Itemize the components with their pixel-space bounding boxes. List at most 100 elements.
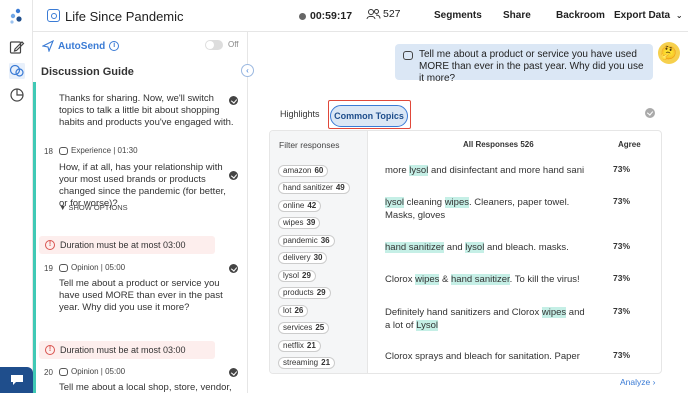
filter-chip[interactable]: amazon 60 xyxy=(278,165,329,177)
filter-chip[interactable]: netflix 21 xyxy=(278,340,321,352)
message-icon xyxy=(10,375,23,385)
filter-chip[interactable]: hand sanitizer 49 xyxy=(278,182,350,194)
chat-support-button[interactable] xyxy=(0,367,33,393)
response-fragment: & xyxy=(439,274,452,285)
filter-chip[interactable]: online 42 xyxy=(278,200,322,212)
response-fragment: Definitely hand sanitizers and Clorox xyxy=(385,307,542,318)
duration-warning-text: Duration must be at most 03:00 xyxy=(60,345,186,355)
filter-label: lysol xyxy=(283,271,300,280)
topic-highlight: wipes xyxy=(444,197,469,208)
autosend[interactable]: AutoSend i xyxy=(42,40,120,52)
question-number: 18 xyxy=(44,147,53,156)
show-options-label: SHOW OPTIONS xyxy=(68,203,128,212)
info-icon[interactable]: i xyxy=(109,41,120,51)
completed-check-icon xyxy=(229,171,238,180)
filter-chip[interactable]: products 29 xyxy=(278,287,331,299)
topic-highlight: hand sanitizer xyxy=(385,242,445,253)
current-question-text: Tell me about a product or service you h… xyxy=(419,49,644,84)
topic-highlight: lysol xyxy=(385,197,405,208)
topic-highlight: Lysol xyxy=(416,320,438,331)
completed-check-icon xyxy=(229,368,238,377)
filter-sidebar: Filter responses amazon 60 hand sanitizer… xyxy=(270,131,368,373)
agree-percent: 73% xyxy=(613,164,631,174)
filter-label: online xyxy=(283,201,305,210)
filter-label: streaming xyxy=(283,358,319,367)
filter-heading: Filter responses xyxy=(279,140,340,150)
agree-percent: 73% xyxy=(613,350,631,360)
top-bar: Life Since Pandemic 00:59:17 527 Segment… xyxy=(33,0,688,32)
filter-chip[interactable]: services 25 xyxy=(278,322,330,334)
question-meta: Opinion | 05:00 xyxy=(59,367,125,376)
autosend-toggle[interactable] xyxy=(205,40,223,50)
response-fragment: . To kill the virus! xyxy=(509,274,580,285)
filter-count: 29 xyxy=(302,271,311,280)
question-type-icon xyxy=(59,367,68,376)
duration-warning: ! Duration must be at most 03:00 xyxy=(39,341,215,359)
guide-item-text: Tell me about a product or service you h… xyxy=(59,278,223,313)
response-text[interactable]: more lysol and disinfectant and more han… xyxy=(385,164,585,177)
chevron-down-icon: ⌄ xyxy=(675,11,683,20)
export-data-button[interactable]: Export Data ⌄ xyxy=(614,10,683,21)
participants-icon xyxy=(366,9,381,20)
app-logo-icon[interactable] xyxy=(8,7,26,25)
pie-chart-icon[interactable] xyxy=(9,87,25,103)
focus-highlight xyxy=(328,100,411,129)
filter-count: 29 xyxy=(316,288,326,297)
filter-count: 60 xyxy=(314,166,324,175)
participant-count: 527 xyxy=(366,8,401,20)
progress-indicator-bar xyxy=(33,82,36,393)
segments-button[interactable]: Segments xyxy=(434,10,482,21)
agree-percent: 73% xyxy=(613,306,631,316)
tab-highlights[interactable]: Highlights xyxy=(280,109,320,119)
current-question: Tell me about a product or service you h… xyxy=(395,44,653,84)
filter-chip[interactable]: streaming 21 xyxy=(278,357,336,369)
filter-chip[interactable]: delivery 30 xyxy=(278,252,328,264)
filter-count: 42 xyxy=(307,201,317,210)
response-fragment: cleaning xyxy=(404,197,445,208)
filter-label: lot xyxy=(283,306,292,315)
filter-chip[interactable]: lot 26 xyxy=(278,305,309,317)
share-button[interactable]: Share xyxy=(503,10,531,21)
analyze-link[interactable]: Analyze › xyxy=(620,377,655,387)
question-number: 20 xyxy=(44,368,53,377)
response-text[interactable]: Clorox sprays and bleach for sanitation.… xyxy=(385,350,585,363)
question-meta: Experience | 01:30 xyxy=(59,146,138,155)
warning-icon: ! xyxy=(45,240,55,250)
autosend-label: AutoSend xyxy=(58,40,106,52)
question-icon xyxy=(403,51,413,60)
filter-chip[interactable]: lysol 29 xyxy=(278,270,316,282)
filter-count: 21 xyxy=(321,358,331,367)
topic-highlight: hand sanitizer xyxy=(451,274,510,285)
completed-check-icon xyxy=(229,96,238,105)
autosend-icon xyxy=(42,40,54,52)
filter-label: wipes xyxy=(283,218,304,227)
filter-label: services xyxy=(283,323,313,332)
filter-count: 49 xyxy=(335,183,345,192)
question-meta-text: Experience | 01:30 xyxy=(71,146,138,155)
warning-icon: ! xyxy=(45,345,55,355)
participant-count-value: 527 xyxy=(383,8,401,20)
completed-check-icon xyxy=(229,264,238,273)
duration-warning-text: Duration must be at most 03:00 xyxy=(60,240,186,250)
filter-label: products xyxy=(283,288,314,297)
collapse-panel-button[interactable]: ‹ xyxy=(241,64,254,77)
response-text[interactable]: Definitely hand sanitizers and Clorox wi… xyxy=(385,306,585,332)
chat-icon[interactable] xyxy=(9,63,25,79)
moderator-avatar: 🤔 xyxy=(658,42,680,64)
filter-count: 25 xyxy=(315,323,325,332)
filter-chip[interactable]: wipes 39 xyxy=(278,217,321,229)
filter-chip[interactable]: pandemic 36 xyxy=(278,235,335,247)
timer-value: 00:59:17 xyxy=(310,10,353,22)
duration-warning: ! Duration must be at most 03:00 xyxy=(39,236,215,254)
responses-card: Filter responses amazon 60 hand sanitizer… xyxy=(269,130,662,374)
export-data-label: Export Data xyxy=(614,10,671,21)
response-fragment: Clorox xyxy=(385,274,416,285)
response-text[interactable]: lysol cleaning wipes. Cleaners, paper to… xyxy=(385,196,585,222)
question-meta-text: Opinion | 05:00 xyxy=(71,367,126,376)
filter-label: delivery xyxy=(283,253,311,262)
edit-icon[interactable] xyxy=(9,39,25,55)
show-options-toggle[interactable]: ▼ SHOW OPTIONS xyxy=(59,203,128,212)
backroom-button[interactable]: Backroom xyxy=(556,10,605,21)
response-text[interactable]: Clorox wipes & hand sanitizer. To kill t… xyxy=(385,273,585,286)
response-text[interactable]: hand sanitizer and lysol and bleach. mas… xyxy=(385,241,585,254)
